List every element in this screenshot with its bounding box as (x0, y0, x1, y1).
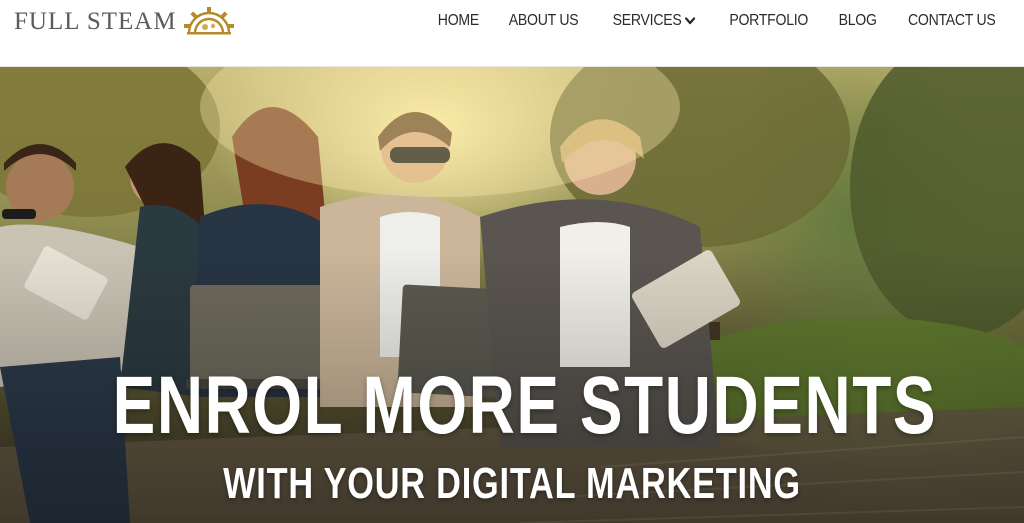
site-header: FULL STEAM HOME ABOUT US SERVICES PORTFO… (0, 0, 1024, 67)
nav-blog-label: BLOG (838, 12, 877, 29)
nav-portfolio-label: PORTFOLIO (729, 12, 808, 29)
nav-about-us-label: ABOUT US (509, 12, 579, 29)
brand-logo[interactable]: FULL STEAM (14, 7, 235, 36)
nav-home-label: HOME (437, 12, 479, 29)
main-nav: HOME ABOUT US SERVICES PORTFOLIO BLOG CO… (435, 10, 1002, 32)
gear-icon (183, 7, 234, 35)
nav-blog[interactable]: BLOG (839, 12, 877, 30)
nav-services-label: SERVICES (612, 12, 682, 29)
nav-contact-us-label: CONTACT US (908, 12, 997, 29)
hero-subtitle: WITH YOUR DIGITAL MARKETING (223, 459, 801, 508)
hero-title: ENROL MORE STUDENTS (112, 360, 938, 451)
chevron-down-icon (684, 17, 695, 25)
nav-contact-us[interactable]: CONTACT US (908, 12, 996, 30)
nav-about-us[interactable]: ABOUT US (509, 12, 579, 30)
hero-banner: ENROL MORE STUDENTS WITH YOUR DIGITAL MA… (0, 67, 1024, 523)
nav-portfolio[interactable]: PORTFOLIO (729, 12, 808, 30)
brand-name: FULL STEAM (14, 8, 177, 35)
nav-home[interactable]: HOME (437, 12, 478, 30)
nav-services[interactable]: SERVICES (612, 12, 695, 30)
hero-overlay (0, 67, 1024, 523)
